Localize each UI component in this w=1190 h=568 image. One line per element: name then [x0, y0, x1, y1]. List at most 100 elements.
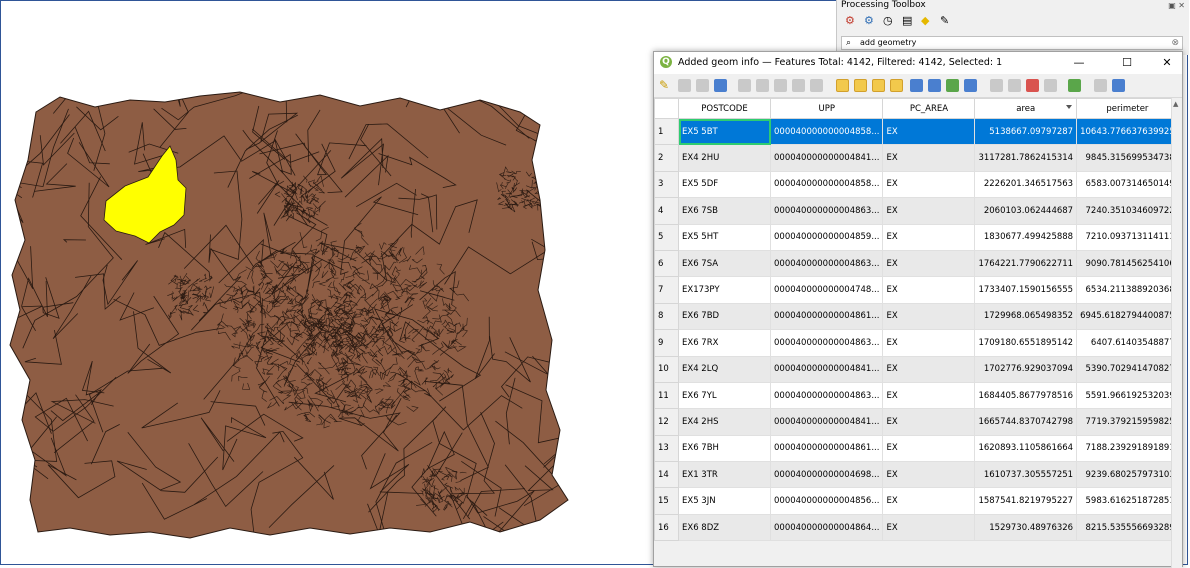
cell-area[interactable]: 2226201.346517563 [974, 170, 1078, 199]
row-number[interactable]: 10 [654, 355, 679, 383]
cell-postcode[interactable]: EX6 7RX [678, 329, 771, 357]
cell-perimeter[interactable]: 6583.007314650149 [1076, 170, 1179, 199]
corner-header[interactable] [654, 98, 679, 119]
table-row[interactable]: 1 EX5 5BT 000040000000004858... EX 5138667.0… [654, 117, 1179, 146]
cell-area[interactable]: 1709180.6551895142 [974, 329, 1078, 357]
cell-area[interactable]: 1764221.7790622711 [974, 249, 1078, 278]
maximize-button[interactable]: ☐ [1114, 55, 1140, 71]
cell-upp[interactable]: 000040000000004863... [769, 329, 884, 357]
row-number[interactable]: 15 [654, 487, 679, 515]
map-canvas[interactable] [0, 80, 600, 550]
row-number[interactable]: 5 [654, 223, 679, 251]
cell-postcode[interactable]: EX6 7SA [678, 249, 771, 278]
cell-area[interactable]: 1610737.305557251 [974, 461, 1078, 489]
row-number[interactable]: 14 [654, 461, 679, 489]
vertical-scrollbar[interactable]: ▲ [1171, 98, 1182, 568]
cell-perimeter[interactable]: 5983.616251872851 [1076, 487, 1179, 515]
cell-upp[interactable]: 000040000000004841... [769, 144, 884, 172]
cell-upp[interactable]: 000040000000004864... [769, 513, 884, 542]
organize-columns-icon[interactable] [1026, 79, 1039, 92]
actions-icon[interactable] [1112, 79, 1125, 92]
table-row[interactable]: 14 EX1 3TR 000040000000004698... EX 1610737.… [654, 461, 1179, 489]
add-feature-icon[interactable] [738, 79, 751, 92]
panel-controls[interactable]: ▣ ✕ [1168, 1, 1185, 10]
cell-upp[interactable]: 000040000000004863... [769, 381, 884, 410]
invert-selection-icon[interactable] [872, 79, 885, 92]
save-edits-icon[interactable] [696, 79, 709, 92]
table-row[interactable]: 16 EX6 8DZ 000040000000004864... EX 1529730.… [654, 513, 1179, 542]
dock-window-icon[interactable] [1094, 79, 1107, 92]
column-header-area[interactable]: area [974, 98, 1078, 119]
row-number[interactable]: 9 [654, 329, 679, 357]
cell-perimeter[interactable]: 7210.093713114111 [1076, 223, 1179, 251]
conditional-formatting-icon[interactable] [1068, 79, 1081, 92]
table-row[interactable]: 13 EX6 7BH 000040000000004861... EX 1620893.… [654, 434, 1179, 463]
select-all-icon[interactable] [854, 79, 867, 92]
cut-icon[interactable] [774, 79, 787, 92]
table-row[interactable]: 12 EX4 2HS 000040000000004841... EX 1665744.… [654, 408, 1179, 436]
close-button[interactable]: ✕ [1154, 55, 1180, 71]
cell-area[interactable]: 1733407.1590156555 [974, 276, 1078, 304]
results-icon[interactable]: ▤ [902, 14, 915, 27]
table-row[interactable]: 10 EX4 2LQ 000040000000004841... EX 1702776.… [654, 355, 1179, 383]
cell-area[interactable]: 1665744.8370742798 [974, 408, 1078, 436]
table-row[interactable]: 4 EX6 7SB 000040000000004863... EX 2060103.0… [654, 197, 1179, 225]
cell-area[interactable]: 1702776.929037094 [974, 355, 1078, 383]
cell-upp[interactable]: 000040000000004841... [769, 408, 884, 436]
select-by-expression-icon[interactable] [836, 79, 849, 92]
cell-upp[interactable]: 000040000000004863... [769, 197, 884, 225]
table-row[interactable]: 11 EX6 7YL 000040000000004863... EX 1684405.… [654, 381, 1179, 410]
cell-area[interactable]: 1529730.48976326 [974, 513, 1078, 542]
cell-area[interactable]: 1587541.8219795227 [974, 487, 1078, 515]
cell-pc-area[interactable]: EX [882, 487, 976, 515]
multi-edit-icon[interactable] [678, 79, 691, 92]
new-field-icon[interactable] [990, 79, 1003, 92]
clear-search-icon[interactable]: ⊗ [1171, 37, 1179, 49]
cell-postcode[interactable]: EX5 5BT [678, 117, 771, 146]
cell-perimeter[interactable]: 8215.535556693289 [1076, 513, 1179, 542]
table-row[interactable]: 9 EX6 7RX 000040000000004863... EX 1709180.6… [654, 329, 1179, 357]
cell-postcode[interactable]: EX173PY [678, 276, 771, 304]
column-header-upp[interactable]: UPP [769, 98, 884, 119]
cell-upp[interactable]: 000040000000004859... [769, 223, 884, 251]
column-header-pc-area[interactable]: PC_AREA [882, 98, 976, 119]
cell-postcode[interactable]: EX5 5DF [678, 170, 771, 199]
cell-pc-area[interactable]: EX [882, 513, 976, 542]
cell-pc-area[interactable]: EX [882, 434, 976, 463]
cell-perimeter[interactable]: 5591.966192532039 [1076, 381, 1179, 410]
cell-pc-area[interactable]: EX [882, 117, 976, 146]
cell-perimeter[interactable]: 9845.315699534738 [1076, 144, 1179, 172]
row-number[interactable]: 11 [654, 381, 679, 410]
cell-upp[interactable]: 000040000000004856... [769, 487, 884, 515]
row-number[interactable]: 6 [654, 249, 679, 278]
history-icon[interactable]: ◷ [883, 14, 896, 27]
filter-icon[interactable] [910, 79, 923, 92]
copy-icon[interactable] [792, 79, 805, 92]
table-row[interactable]: 15 EX5 3JN 000040000000004856... EX 1587541.… [654, 487, 1179, 515]
cell-postcode[interactable]: EX6 7SB [678, 197, 771, 225]
cell-area[interactable]: 3117281.7862415314 [974, 144, 1078, 172]
paste-icon[interactable] [810, 79, 823, 92]
deselect-all-icon[interactable] [890, 79, 903, 92]
scroll-up-icon[interactable]: ▲ [1173, 100, 1178, 108]
table-row[interactable]: 5 EX5 5HT 000040000000004859... EX 1830677.4… [654, 223, 1179, 251]
table-row[interactable]: 6 EX6 7SA 000040000000004863... EX 1764221.7… [654, 249, 1179, 278]
cell-postcode[interactable]: EX4 2LQ [678, 355, 771, 383]
cell-pc-area[interactable]: EX [882, 144, 976, 172]
cell-postcode[interactable]: EX6 7BH [678, 434, 771, 463]
cell-pc-area[interactable]: EX [882, 329, 976, 357]
cell-perimeter[interactable]: 7719.379215959825 [1076, 408, 1179, 436]
table-row[interactable]: 3 EX5 5DF 000040000000004858... EX 2226201.3… [654, 170, 1179, 199]
row-number[interactable]: 7 [654, 276, 679, 304]
cell-perimeter[interactable]: 10643.776637639925 [1076, 117, 1179, 146]
cell-postcode[interactable]: EX6 8DZ [678, 513, 771, 542]
cell-upp[interactable]: 000040000000004863... [769, 249, 884, 278]
cell-postcode[interactable]: EX1 3TR [678, 461, 771, 489]
cell-area[interactable]: 1684405.8677978516 [974, 381, 1078, 410]
cell-perimeter[interactable]: 9090.781456254106 [1076, 249, 1179, 278]
row-number[interactable]: 3 [654, 170, 679, 199]
minimize-button[interactable]: — [1066, 55, 1092, 71]
cell-pc-area[interactable]: EX [882, 223, 976, 251]
cell-pc-area[interactable]: EX [882, 461, 976, 489]
cell-area[interactable]: 1729968.065498352 [974, 302, 1078, 331]
